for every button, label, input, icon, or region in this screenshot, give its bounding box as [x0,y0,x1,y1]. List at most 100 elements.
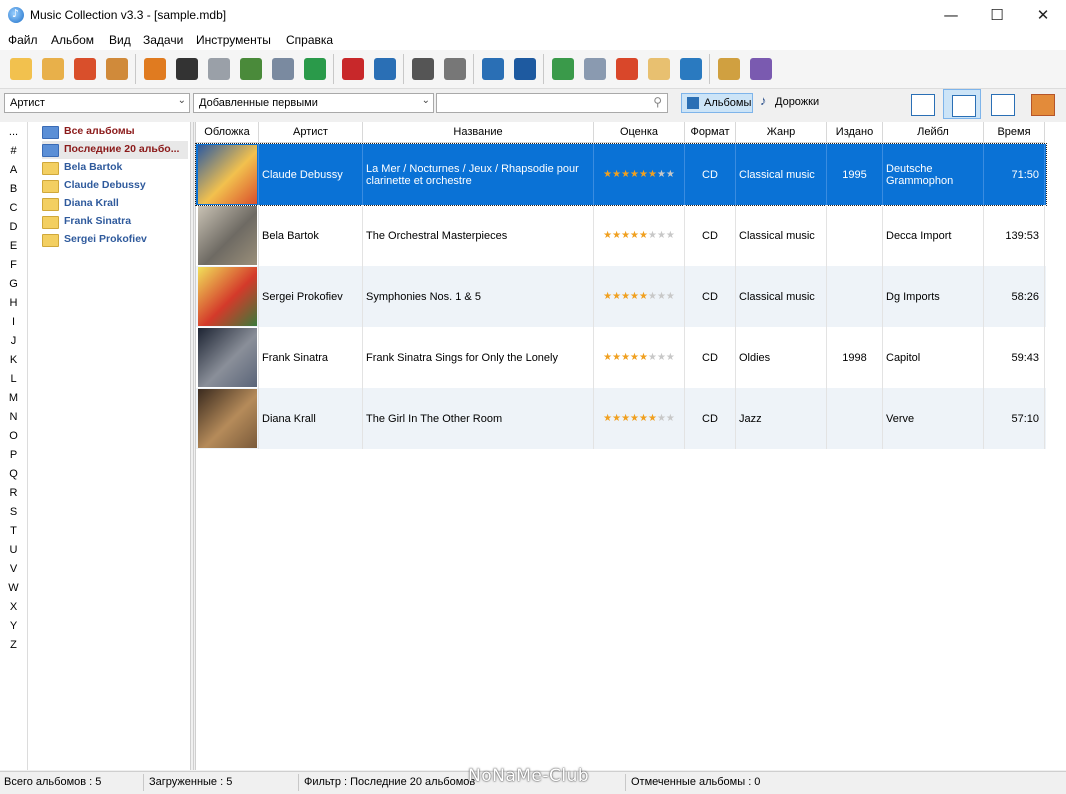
music-search-button[interactable] [510,54,540,84]
albums-mode-button[interactable]: Альбомы [681,93,753,113]
letter-index-item[interactable]: B [0,183,27,195]
letter-index-item[interactable]: S [0,506,27,518]
add-album-button[interactable] [6,54,36,84]
letter-index-item[interactable]: C [0,202,27,214]
minimize-button[interactable]: — [928,0,974,30]
letter-index-item[interactable]: F [0,259,27,271]
field-filter-select[interactable]: Артист ⌄ [4,93,190,113]
letter-index-item[interactable]: P [0,449,27,461]
menu-view[interactable]: Вид [109,33,131,47]
table-row[interactable]: Diana Krall The Girl In The Other Room ★★★… [196,388,1046,449]
column-header[interactable]: Артист [259,122,363,143]
menu-file[interactable]: Файл [8,33,38,47]
tree-item[interactable]: Frank Sinatra [42,213,188,231]
cd-text-button[interactable] [172,54,202,84]
tree-item[interactable]: Diana Krall [42,195,188,213]
watermark: NoNaMe-Club [468,766,590,786]
edit-button[interactable] [370,54,400,84]
letter-index-item[interactable]: A [0,164,27,176]
column-header[interactable]: Жанр [736,122,827,143]
letter-index-item[interactable]: V [0,563,27,575]
rating-stars[interactable]: ★★★★★★★★ [603,230,675,241]
details-view-button[interactable] [903,89,941,119]
letter-index-item[interactable]: L [0,373,27,385]
letter-index-item[interactable]: ... [0,126,27,138]
find-button[interactable] [236,54,266,84]
letter-index-item[interactable]: # [0,145,27,157]
add-new-button[interactable] [300,54,330,84]
delete-button[interactable] [338,54,368,84]
rating-stars[interactable]: ★★★★★★★★ [603,413,675,424]
letter-index-item[interactable]: W [0,582,27,594]
tracks-mode-button[interactable]: ♪ Дорожки [755,93,827,113]
letter-index-item[interactable]: G [0,278,27,290]
table-row[interactable]: Bela Bartok The Orchestral Masterpieces ★★… [196,205,1046,266]
report-button[interactable] [580,54,610,84]
menu-help[interactable]: Справка [286,33,333,47]
statistics-chart-button[interactable] [612,54,642,84]
html-export-button[interactable] [440,54,470,84]
letter-index-item[interactable]: O [0,430,27,442]
column-header[interactable]: Название [363,122,594,143]
plugins-button[interactable] [714,54,744,84]
sort-order-select[interactable]: Добавленные первыми ⌄ [193,93,434,113]
user-button[interactable] [676,54,706,84]
scan-button[interactable] [268,54,298,84]
tree-item[interactable]: Claude Debussy [42,177,188,195]
star-icon: ★ [612,169,622,180]
menu-tasks[interactable]: Задачи [143,33,183,47]
star-icon: ★ [647,230,657,241]
table-row[interactable]: Claude Debussy La Mer / Nocturnes / Jeux … [195,143,1047,206]
print-button[interactable] [408,54,438,84]
add-disc-button[interactable] [70,54,100,84]
archive-button[interactable] [644,54,674,84]
search-input[interactable]: ⚲ [436,93,668,113]
menu-album[interactable]: Альбом [51,33,94,47]
letter-index-item[interactable]: Z [0,639,27,651]
letter-index-item[interactable]: Q [0,468,27,480]
letter-index-item[interactable]: X [0,601,27,613]
grid-view-button[interactable] [983,89,1021,119]
add-folder-button[interactable] [38,54,68,84]
covers-view-button[interactable] [1023,89,1061,119]
rating-stars[interactable]: ★★★★★★★★ [603,352,675,363]
column-header[interactable]: Лейбл [883,122,984,143]
tree-item[interactable]: Все альбомы [42,123,188,141]
letter-index-item[interactable]: K [0,354,27,366]
cell-text: The Girl In The Other Room [366,412,503,425]
letter-index-item[interactable]: T [0,525,27,537]
letter-index-item[interactable]: U [0,544,27,556]
maximize-button[interactable]: ☐ [974,0,1020,30]
eject-button[interactable] [140,54,170,84]
search-report-button[interactable] [478,54,508,84]
letter-index-item[interactable]: M [0,392,27,404]
exit-button[interactable] [746,54,776,84]
download-button[interactable] [204,54,234,84]
column-header[interactable]: Формат [685,122,736,143]
checklist-button[interactable] [548,54,578,84]
letter-index-item[interactable]: Y [0,620,27,632]
tree-item[interactable]: Bela Bartok [42,159,188,177]
pane-splitter[interactable] [190,122,194,770]
letter-index-item[interactable]: H [0,297,27,309]
tree-item[interactable]: Последние 20 альбо... [42,141,188,159]
tree-item[interactable]: Sergei Prokofiev [42,231,188,249]
import-disc-button[interactable] [102,54,132,84]
letter-index-item[interactable]: N [0,411,27,423]
column-header[interactable]: Обложка [196,122,259,143]
close-button[interactable]: ✕ [1020,0,1066,30]
column-header[interactable]: Издано [827,122,883,143]
menu-tools[interactable]: Инструменты [196,33,271,47]
letter-index-item[interactable]: D [0,221,27,233]
table-row[interactable]: Sergei Prokofiev Symphonies Nos. 1 & 5 ★★★… [196,266,1046,327]
rating-stars[interactable]: ★★★★★★★★ [603,291,675,302]
column-header[interactable]: Время [984,122,1045,143]
table-row[interactable]: Frank Sinatra Frank Sinatra Sings for Onl… [196,327,1046,388]
list-view-button[interactable] [943,89,981,119]
column-header[interactable]: Оценка [594,122,685,143]
letter-index-item[interactable]: I [0,316,27,328]
letter-index-item[interactable]: J [0,335,27,347]
letter-index-item[interactable]: E [0,240,27,252]
letter-index-item[interactable]: R [0,487,27,499]
rating-stars[interactable]: ★★★★★★★★ [603,169,675,180]
